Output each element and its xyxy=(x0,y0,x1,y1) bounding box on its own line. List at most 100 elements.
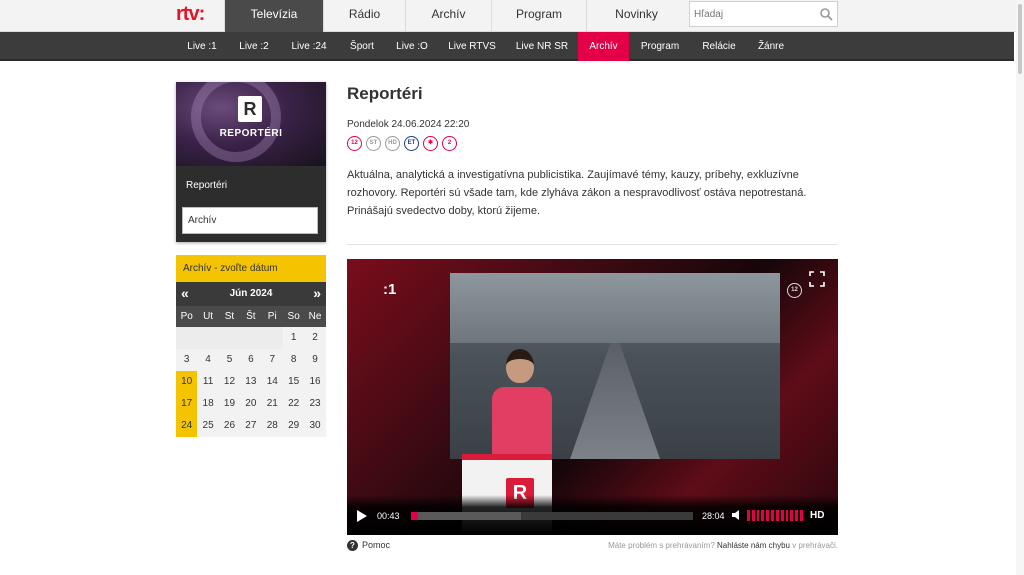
volume-bar xyxy=(775,510,779,521)
sub-nav-live-2[interactable]: Live :2 xyxy=(228,32,280,61)
calendar-day[interactable]: 28 xyxy=(262,415,283,437)
main-nav-novinky[interactable]: Novinky xyxy=(586,0,686,32)
calendar-next-button[interactable]: » xyxy=(313,285,321,301)
calendar-day[interactable]: 15 xyxy=(283,371,304,393)
calendar-day[interactable]: 30 xyxy=(304,415,325,437)
player-controls: 00:43 28:04 HD xyxy=(347,495,838,535)
sub-nav-program[interactable]: Program xyxy=(629,32,691,61)
report-prefix: Máte problém s prehrávaním? xyxy=(608,541,715,550)
sub-nav-live-nr-sr[interactable]: Live NR SR xyxy=(506,32,578,61)
weekday-label: Po xyxy=(180,311,193,322)
calendar-week: 17 18 19 20 21 22 23 xyxy=(176,393,326,415)
rtv-logo[interactable]: rtv: xyxy=(176,3,216,25)
sub-nav-live-1[interactable]: Live :1 xyxy=(176,32,228,61)
calendar-week: 24 25 26 27 28 29 30 xyxy=(176,415,326,437)
main-nav-program[interactable]: Program xyxy=(491,0,586,32)
calendar-day-empty xyxy=(176,327,198,349)
calendar-day[interactable]: 20 xyxy=(240,393,261,415)
volume-bar xyxy=(780,510,784,521)
progress-fill xyxy=(411,512,418,520)
et-badge-icon: ET xyxy=(404,136,419,151)
calendar-day[interactable]: 4 xyxy=(197,349,218,371)
calendar-day[interactable]: 29 xyxy=(283,415,304,437)
broadcast-datetime: Pondelok 24.06.2024 22:20 xyxy=(347,119,470,130)
search-icon[interactable] xyxy=(819,7,833,21)
report-link[interactable]: Nahláste nám chybu xyxy=(717,541,790,550)
sub-nav-live-rtvs[interactable]: Live RTVS xyxy=(438,32,506,61)
calendar-grid: Po Ut St Št Pi So Ne 1 2 3 4 5 6 7 8 9 1… xyxy=(176,306,326,437)
calendar-day-empty xyxy=(240,327,262,349)
calendar-day-highlighted[interactable]: 24 xyxy=(176,415,198,437)
audio-badge-icon: 2 xyxy=(442,136,457,151)
calendar-day[interactable]: 14 xyxy=(262,371,283,393)
channel-logo: :1 xyxy=(383,281,397,298)
weekday-label: So xyxy=(287,311,300,322)
volume-bar xyxy=(771,510,774,521)
calendar-day[interactable]: 26 xyxy=(219,415,240,437)
calendar-day[interactable]: 27 xyxy=(240,415,261,437)
sidebar-link-show[interactable]: Reportéri xyxy=(186,180,227,191)
calendar-day[interactable]: 16 xyxy=(304,371,325,393)
sub-nav-live-24[interactable]: Live :24 xyxy=(280,32,338,61)
calendar-day[interactable]: 23 xyxy=(304,393,325,415)
page-title: Reportéri xyxy=(347,84,423,103)
subtitles-badge-icon: ST xyxy=(366,136,381,151)
volume-icon[interactable] xyxy=(731,509,743,521)
calendar-day[interactable]: 2 xyxy=(304,327,325,349)
calendar-day[interactable]: 7 xyxy=(262,349,283,371)
sub-nav-live-o[interactable]: Live :O xyxy=(386,32,438,61)
calendar-day[interactable]: 8 xyxy=(283,349,304,371)
hd-badge-icon: HD xyxy=(385,136,400,151)
fullscreen-icon[interactable] xyxy=(809,271,825,287)
volume-bar xyxy=(795,510,799,521)
calendar-day[interactable]: 1 xyxy=(283,327,304,349)
calendar-month: Jún 2024 xyxy=(229,288,273,299)
calendar-day[interactable]: 25 xyxy=(197,415,218,437)
sub-nav-bar: Live :1 Live :2 Live :24 Šport Live :O L… xyxy=(0,32,1014,61)
calendar-day[interactable]: 5 xyxy=(219,349,240,371)
calendar-header: Archív - zvoľte dátum xyxy=(176,255,326,282)
calendar-day-highlighted[interactable]: 17 xyxy=(176,393,198,415)
calendar-day[interactable]: 11 xyxy=(197,371,218,393)
sub-nav-relacie[interactable]: Relácie xyxy=(691,32,747,61)
page-scrollbar[interactable] xyxy=(1016,0,1024,575)
age-12-badge-icon: 12 xyxy=(347,136,362,151)
show-card: R REPORTÉRI Reportéri Archív xyxy=(176,82,326,242)
search-input[interactable] xyxy=(694,6,814,22)
calendar-day[interactable]: 12 xyxy=(219,371,240,393)
weekday-label: Št xyxy=(246,311,256,322)
help-icon: ? xyxy=(347,540,358,551)
sub-nav-zanre[interactable]: Žánre xyxy=(747,32,795,61)
calendar-day[interactable]: 22 xyxy=(283,393,304,415)
volume-bar xyxy=(785,510,789,521)
presenter-head xyxy=(506,349,534,383)
progress-bar[interactable] xyxy=(411,512,693,520)
calendar-day[interactable]: 18 xyxy=(197,393,218,415)
scrollbar-thumb[interactable] xyxy=(1018,4,1022,74)
calendar-nav: « Jún 2024 » xyxy=(176,282,326,306)
sub-nav-sport[interactable]: Šport xyxy=(338,32,386,61)
calendar-day[interactable]: 13 xyxy=(240,371,261,393)
calendar-day[interactable]: 9 xyxy=(304,349,325,371)
main-nav-archiv[interactable]: Archív xyxy=(405,0,491,32)
main-nav-radio[interactable]: Rádio xyxy=(323,0,405,32)
volume-slider[interactable] xyxy=(747,510,803,521)
calendar-day[interactable]: 3 xyxy=(176,349,197,371)
video-player[interactable]: :1 12 R 00:43 28:04 HD xyxy=(347,259,838,535)
show-thumbnail[interactable]: R REPORTÉRI xyxy=(176,82,326,166)
help-label: Pomoc xyxy=(362,540,391,550)
calendar-day[interactable]: 19 xyxy=(219,393,240,415)
main-nav-televizia[interactable]: Televízia xyxy=(224,0,323,32)
calendar-day[interactable]: 21 xyxy=(262,393,283,415)
calendar-week: 3 4 5 6 7 8 9 xyxy=(176,349,326,371)
sidebar-link-archive[interactable]: Archív xyxy=(182,207,318,234)
sub-nav-archiv[interactable]: Archív xyxy=(578,32,629,61)
show-logo-title: REPORTÉRI xyxy=(219,128,283,139)
play-button[interactable] xyxy=(357,510,367,522)
divider xyxy=(347,244,838,245)
volume-bar xyxy=(766,510,770,521)
quality-button[interactable]: HD xyxy=(810,510,824,521)
calendar-day-empty xyxy=(261,327,283,349)
calendar-day[interactable]: 6 xyxy=(240,349,261,371)
calendar-day-highlighted[interactable]: 10 xyxy=(176,371,198,393)
